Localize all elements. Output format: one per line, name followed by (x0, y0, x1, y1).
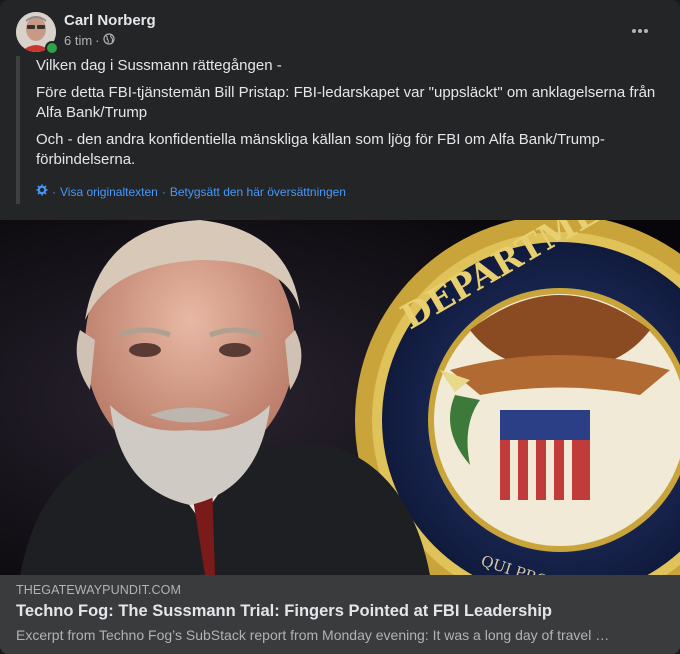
link-preview-info[interactable]: THEGATEWAYPUNDIT.COM Techno Fog: The Sus… (0, 575, 680, 654)
online-status-indicator (45, 41, 59, 55)
post-header: Carl Norberg 6 tim · (16, 12, 664, 55)
post-text-line: Och - den andra konfidentiella mänskliga… (36, 131, 605, 168)
translation-separator: · (52, 185, 56, 199)
link-headline[interactable]: Techno Fog: The Sussmann Trial: Fingers … (16, 602, 664, 621)
translation-row: · Visa originaltexten · Betygsätt den hä… (36, 182, 664, 202)
post-meta: 6 tim · (64, 33, 115, 48)
link-preview-image[interactable]: DEPARTMENT QUI PRO DOMINA JUSTITIA (0, 220, 680, 575)
globe-icon (102, 33, 115, 48)
more-horizontal-icon (631, 21, 649, 39)
show-original-link[interactable]: Visa originaltexten (60, 182, 158, 202)
link-domain: THEGATEWAYPUNDIT.COM (16, 583, 181, 597)
post-card: Carl Norberg 6 tim · Vilken dag i Sussma… (0, 0, 680, 654)
post-text-line: Vilken dag i Sussmann rättegången - (36, 57, 282, 74)
link-excerpt: Excerpt from Techno Fog’s SubStack repor… (16, 627, 610, 643)
avatar[interactable] (16, 12, 59, 55)
translation-separator: · (161, 185, 166, 199)
author-name[interactable]: Carl Norberg (64, 12, 156, 29)
rate-translation-link[interactable]: Betygsätt den här översättningen (170, 182, 346, 202)
post-text: Vilken dag i Sussmann rättegången - Före… (16, 56, 664, 204)
gear-icon (36, 182, 48, 202)
post-time[interactable]: 6 tim (64, 33, 92, 48)
meta-dot: · (95, 33, 100, 48)
post-text-line: Före detta FBI-tjänstemän Bill Pristap: … (36, 84, 656, 121)
more-options-button[interactable] (622, 14, 658, 46)
